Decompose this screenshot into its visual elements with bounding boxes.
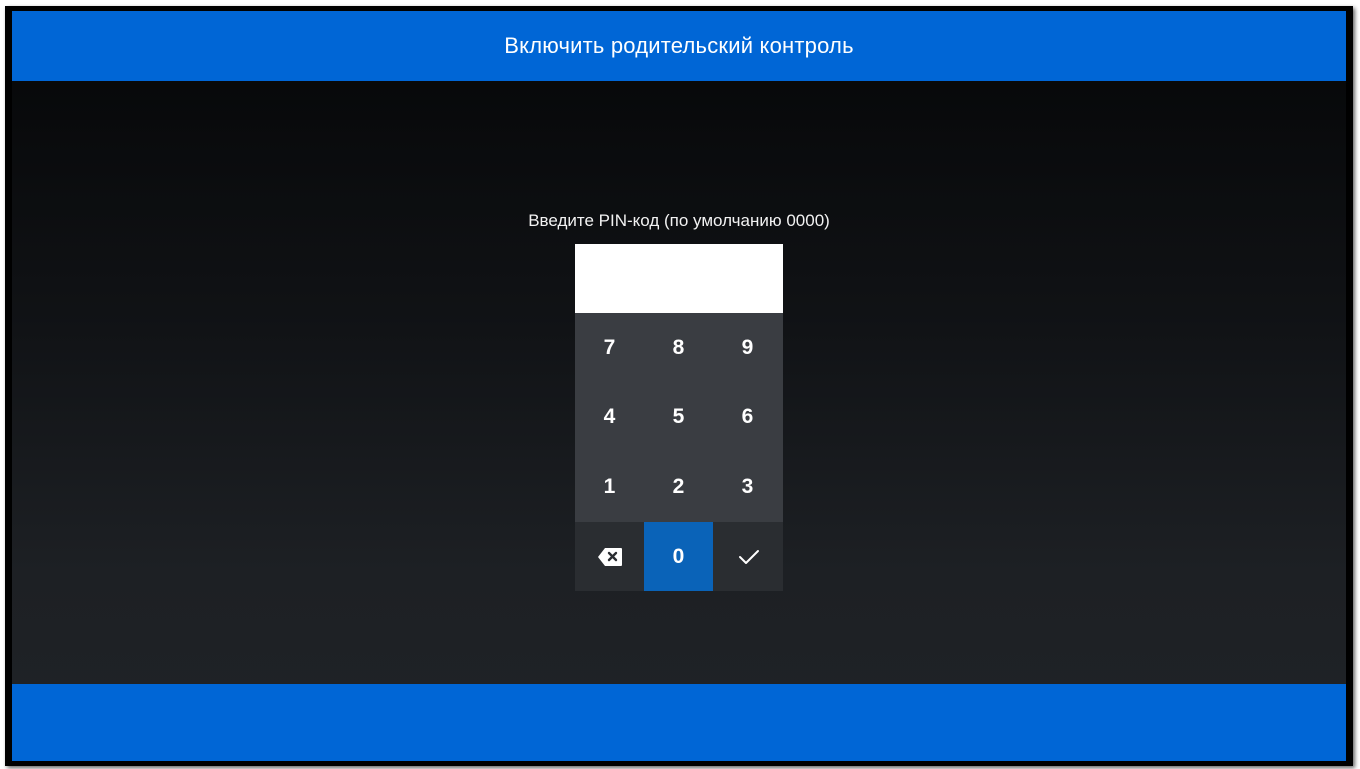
confirm-button[interactable] [714, 522, 783, 591]
page-title: Включить родительский контроль [504, 33, 854, 58]
checkmark-icon [738, 548, 760, 566]
key-2[interactable]: 2 [644, 452, 713, 521]
key-3[interactable]: 3 [713, 452, 782, 521]
key-5[interactable]: 5 [644, 382, 713, 451]
key-8[interactable]: 8 [644, 313, 713, 382]
tv-frame: Включить родительский контроль Введите P… [5, 6, 1353, 766]
key-1[interactable]: 1 [575, 452, 644, 521]
footer-bar [12, 684, 1346, 761]
header-bar: Включить родительский контроль [12, 11, 1346, 81]
key-4[interactable]: 4 [575, 382, 644, 451]
keypad-bottom-row: 0 [575, 522, 783, 591]
key-6[interactable]: 6 [713, 382, 782, 451]
key-7[interactable]: 7 [575, 313, 644, 382]
pin-prompt: Введите PIN-код (по умолчанию 0000) [528, 211, 830, 230]
numeric-keypad: 7 8 9 4 5 6 1 2 3 0 [575, 313, 783, 591]
screen: Включить родительский контроль Введите P… [12, 11, 1346, 761]
key-0[interactable]: 0 [644, 522, 713, 591]
key-9[interactable]: 9 [713, 313, 782, 382]
pin-input[interactable] [575, 244, 783, 313]
backspace-icon [597, 547, 623, 567]
backspace-button[interactable] [575, 522, 644, 591]
